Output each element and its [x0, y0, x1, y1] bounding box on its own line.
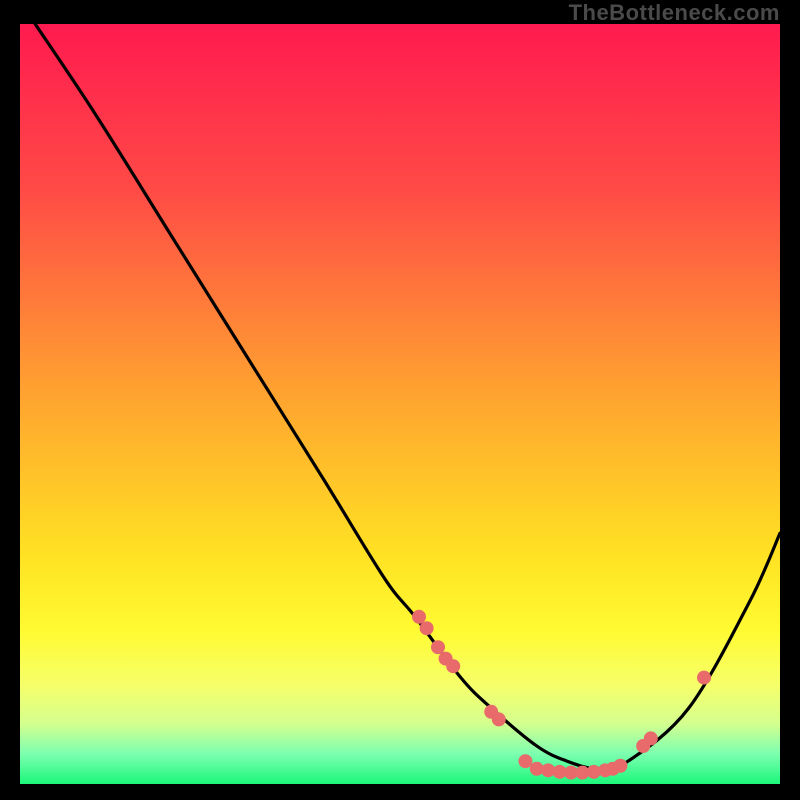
data-point: [420, 621, 434, 635]
data-point: [446, 659, 460, 673]
data-point: [492, 712, 506, 726]
chart-frame: [20, 24, 780, 784]
data-point: [412, 610, 426, 624]
data-point: [697, 671, 711, 685]
chart-gradient-background: [20, 24, 780, 784]
watermark-label: TheBottleneck.com: [569, 0, 780, 26]
data-point: [518, 754, 532, 768]
data-point: [613, 759, 627, 773]
bottleneck-chart: [20, 24, 780, 784]
data-point: [431, 640, 445, 654]
data-point: [644, 731, 658, 745]
